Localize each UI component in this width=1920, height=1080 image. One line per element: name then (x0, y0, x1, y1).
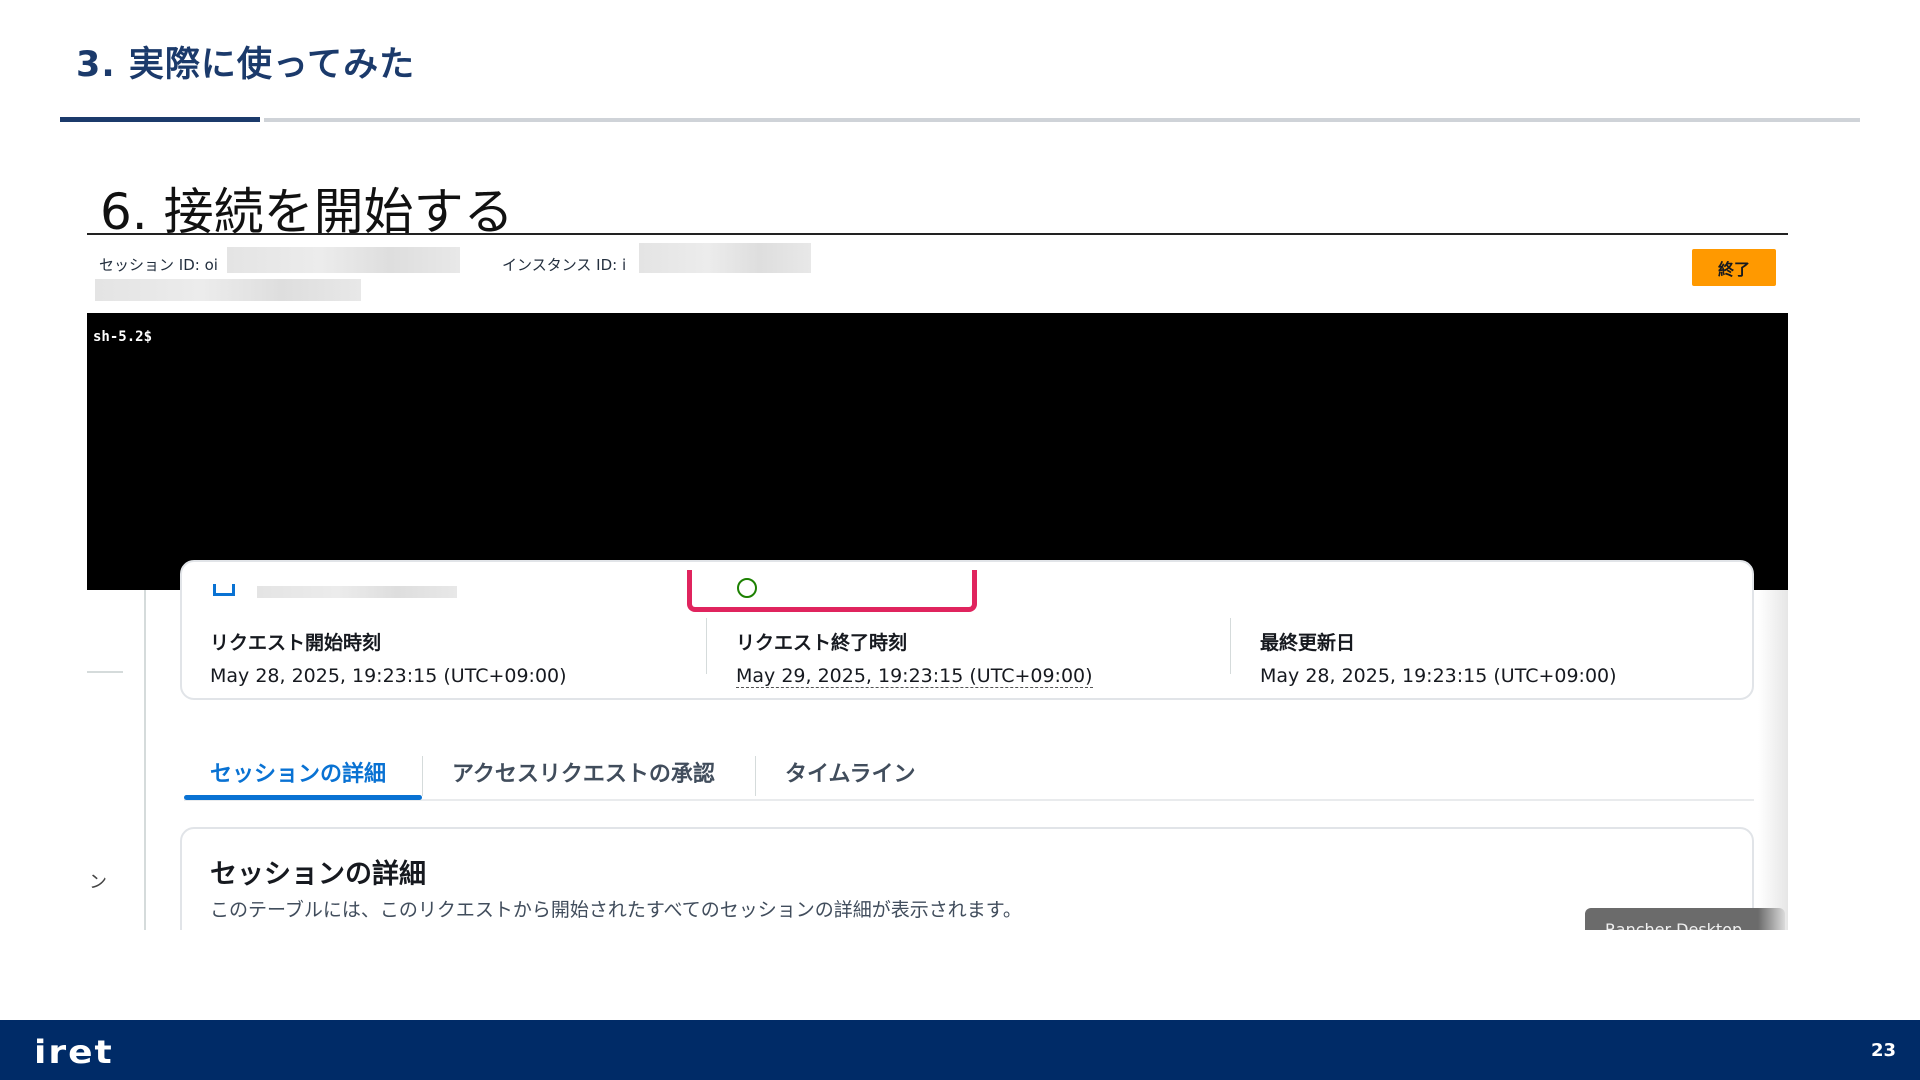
field-label: 最終更新日 (1260, 632, 1356, 654)
session-id-label: セッション ID: oi (99, 256, 218, 274)
rancher-desktop-tooltip[interactable]: Rancher Desktop (1585, 908, 1785, 930)
scroll-shadow (1758, 590, 1788, 930)
section-title: 3. 実際に使ってみた (76, 45, 416, 85)
sidebar-divider (87, 671, 123, 673)
footer-bar: iret 23 (0, 1020, 1920, 1080)
field-label: リクエスト開始時刻 (210, 632, 382, 654)
page-number: 23 (1870, 1040, 1896, 1061)
terminal[interactable]: sh-5.2$ (87, 313, 1788, 590)
end-session-button[interactable]: 終了 (1692, 249, 1776, 286)
field-label: リクエスト終了時刻 (736, 632, 908, 654)
title-rule-accent (60, 117, 260, 122)
shell-prompt: sh-5.2$ (93, 329, 153, 345)
request-start-field: リクエスト開始時刻 May 28, 2025, 19:23:15 (UTC+09… (210, 628, 567, 687)
sidebar-edge (144, 590, 146, 930)
approved-check-icon (737, 578, 757, 598)
column-divider (706, 618, 707, 674)
redacted-instance-id (639, 243, 811, 273)
title-rule (264, 118, 1860, 122)
column-divider (1230, 618, 1231, 674)
field-value: May 28, 2025, 19:23:15 (UTC+09:00) (210, 665, 567, 687)
active-tab-indicator (184, 795, 422, 800)
sidebar-item-fragment[interactable]: ン (89, 868, 107, 894)
redacted-session-id-cont (95, 279, 361, 301)
copy-icon (213, 584, 235, 596)
session-details-description: このテーブルには、このリクエストから開始されたすべてのセッションの詳細が表示され… (210, 899, 1022, 921)
request-end-field: リクエスト終了時刻 May 29, 2025, 19:23:15 (UTC+09… (736, 628, 1093, 688)
field-value: May 28, 2025, 19:23:15 (UTC+09:00) (1260, 665, 1617, 687)
console-screenshot: セッション ID: oi インスタンス ID: i 終了 sh-5.2$ ン リ… (87, 233, 1788, 930)
access-request-page: ン リクエスト開始時刻 May 28, 2025, 19:23:15 (UTC+… (87, 560, 1788, 930)
redacted-session-id (227, 247, 460, 273)
tab-separator (755, 756, 756, 796)
tab-timeline[interactable]: タイムライン (785, 756, 915, 788)
field-value[interactable]: May 29, 2025, 19:23:15 (UTC+09:00) (736, 665, 1093, 688)
session-header: セッション ID: oi インスタンス ID: i 終了 (87, 235, 1788, 313)
redacted-value (257, 586, 457, 598)
tab-separator (422, 756, 423, 796)
tab-access-request-approval[interactable]: アクセスリクエストの承認 (452, 756, 715, 788)
tab-session-details[interactable]: セッションの詳細 (210, 756, 386, 788)
instance-id-label: インスタンス ID: i (502, 256, 627, 274)
iret-logo: iret (34, 1034, 114, 1071)
status-highlight-box (687, 570, 977, 612)
last-updated-field: 最終更新日 May 28, 2025, 19:23:15 (UTC+09:00) (1260, 628, 1617, 687)
session-details-title: セッションの詳細 (210, 859, 426, 890)
